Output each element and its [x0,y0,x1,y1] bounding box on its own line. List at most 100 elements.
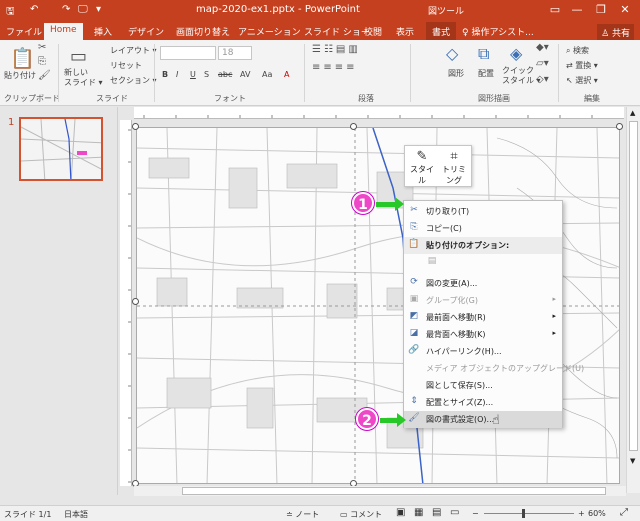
shapes-button[interactable]: 図形 [448,68,464,79]
tab-slideshow[interactable]: スライド ショー [304,25,370,38]
arrange-icon[interactable]: ⧉ [478,44,489,64]
font-size-input[interactable]: 18 [218,46,252,60]
menu-item-change-picture[interactable]: ⟳ 図の変更(A)... [404,275,562,292]
new-slide-button[interactable]: 新しい スライド ▾ [64,68,104,88]
menu-item-label: 最前面へ移動(R) [426,313,486,322]
arrange-button[interactable]: 配置 [478,68,494,79]
group-icon: ▣ [409,294,419,304]
menu-item-label: 配置とサイズ(Z)... [426,398,494,407]
paste-icon[interactable]: 📋 [10,46,35,70]
customize-qa-icon[interactable]: ▾ [96,4,101,15]
share-button[interactable]: ♙ 共有 [597,24,634,41]
slideshow-view-icon[interactable]: ▭ [450,507,459,518]
zoom-slider-thumb[interactable] [522,509,525,518]
tab-transitions[interactable]: 画面切り替え [176,25,230,38]
format-painter-icon[interactable]: 🖌 [38,70,51,81]
horizontal-scrollbar[interactable] [134,486,626,496]
scroll-down-icon[interactable]: ▼ [630,457,635,465]
layout-button[interactable]: レイアウト ▾ [110,45,157,56]
replace-button[interactable]: ⇄ 置換 ▾ [566,60,598,71]
menu-item-send-to-back[interactable]: ◪ 最背面へ移動(K) ▸ [404,326,562,343]
select-button[interactable]: ↖ 選択 ▾ [566,75,598,86]
fill-icon[interactable]: ◆▾ [536,42,549,53]
tab-home[interactable]: Home [44,23,83,40]
fit-slide-icon[interactable]: ⤢ [620,507,628,518]
paste-button[interactable]: 貼り付け [4,70,36,81]
group-slides: スライド [96,94,128,103]
restore-icon[interactable]: ❐ [592,3,610,16]
zoom-slider[interactable] [484,513,574,514]
resize-handle[interactable] [132,123,139,130]
style-button[interactable]: ✎ スタイル [407,149,437,186]
tab-format[interactable]: 書式 [426,22,457,40]
strikethrough-button[interactable]: abc [218,70,232,79]
find-button[interactable]: ⌕ 検索 [566,45,589,56]
zoom-in-button[interactable]: + [578,509,585,518]
reading-view-icon[interactable]: ▤ [432,507,441,518]
char-spacing-button[interactable]: AV [240,70,250,79]
notes-button[interactable]: ≐ ノート [286,509,319,520]
scroll-thumb[interactable] [182,487,606,495]
menu-item-size-position[interactable]: ⇕ 配置とサイズ(Z)... [404,394,562,411]
slide-thumbnail[interactable] [19,117,103,181]
tab-review[interactable]: 校閲 [364,25,382,38]
menu-item-upgrade-media: メディア オブジェクトのアップグレード(U) [404,360,584,377]
crop-icon: ⌗ [450,149,458,164]
menu-item-copy[interactable]: ⎘ コピー(C) [404,220,562,237]
menu-item-cut[interactable]: ✂ 切り取り(T) [404,203,562,220]
find-label: 検索 [573,46,590,55]
underline-button[interactable]: U [190,70,196,79]
format-picture-icon: 🖌 [408,413,420,423]
copy-icon[interactable]: ⎘ [38,56,46,67]
tab-file[interactable]: ファイル [6,25,42,38]
save-icon[interactable]: 🖫 [6,4,15,21]
scroll-thumb[interactable] [629,121,638,451]
shadow-button[interactable]: S [204,70,209,79]
title-bar: 🖫 ↶ ↷ 🖵 ▾ map-2020-ex1.pptx - PowerPoint… [0,0,640,22]
outline-icon[interactable]: ▱▾ [536,58,549,69]
crop-button[interactable]: ⌗ トリミング [439,149,469,186]
cut-icon[interactable]: ✂ [38,42,46,53]
reset-button[interactable]: リセット [110,60,142,71]
resize-handle[interactable] [350,123,357,130]
resize-handle[interactable] [616,123,623,130]
menu-item-format-picture[interactable]: 🖌 図の書式設定(O)... [404,411,562,428]
comments-button[interactable]: ▭ コメント [340,509,382,520]
scroll-up-icon[interactable]: ▲ [630,109,635,117]
tell-me-box[interactable]: ♀ 操作アシスト... [462,25,534,38]
quick-style-icon[interactable]: ◈ [510,44,522,63]
bold-button[interactable]: B [162,70,168,79]
tab-insert[interactable]: 挿入 [94,25,112,38]
tab-animations[interactable]: アニメーション [238,25,301,38]
menu-item-label: コピー(C) [426,224,462,233]
normal-view-icon[interactable]: ▣ [396,507,405,518]
undo-icon[interactable]: ↶ [30,4,38,15]
list-icons[interactable]: ☰☷▤▥ [312,44,361,55]
effects-icon[interactable]: ◇▾ [536,74,549,85]
section-button[interactable]: セクション ▾ [110,75,157,86]
menu-item-save-as-picture[interactable]: 図として保存(S)... [404,377,562,394]
quick-style-button[interactable]: クイック スタイル ▾ [502,66,541,86]
new-slide-icon[interactable]: ▭ [70,46,87,67]
change-case-button[interactable]: Aa [262,70,272,79]
align-icons[interactable]: ≡≡≡≡ [312,62,358,73]
close-icon[interactable]: ✕ [616,3,634,16]
shapes-icon[interactable]: ◇ [446,44,458,63]
slide-sorter-icon[interactable]: ▦ [414,507,423,518]
language-indicator[interactable]: 日本語 [64,509,88,520]
menu-item-hyperlink[interactable]: 🔗 ハイパーリンク(H)... [404,343,562,360]
redo-icon[interactable]: ↷ [62,4,70,15]
present-icon[interactable]: 🖵 [78,4,88,15]
minimize-icon[interactable]: — [568,3,586,16]
zoom-out-button[interactable]: − [472,509,479,518]
tab-view[interactable]: 表示 [396,25,414,38]
font-color-button[interactable]: A [284,70,289,79]
italic-button[interactable]: I [176,70,178,79]
resize-handle[interactable] [132,298,139,305]
vertical-scrollbar[interactable]: ▲ ▼ [626,107,640,493]
ribbon-display-icon[interactable]: ▭ [546,3,564,16]
tab-design[interactable]: デザイン [128,25,164,38]
zoom-level[interactable]: 60% [588,509,606,518]
font-name-input[interactable] [160,46,216,60]
menu-item-bring-to-front[interactable]: ◩ 最前面へ移動(R) ▸ [404,309,562,326]
